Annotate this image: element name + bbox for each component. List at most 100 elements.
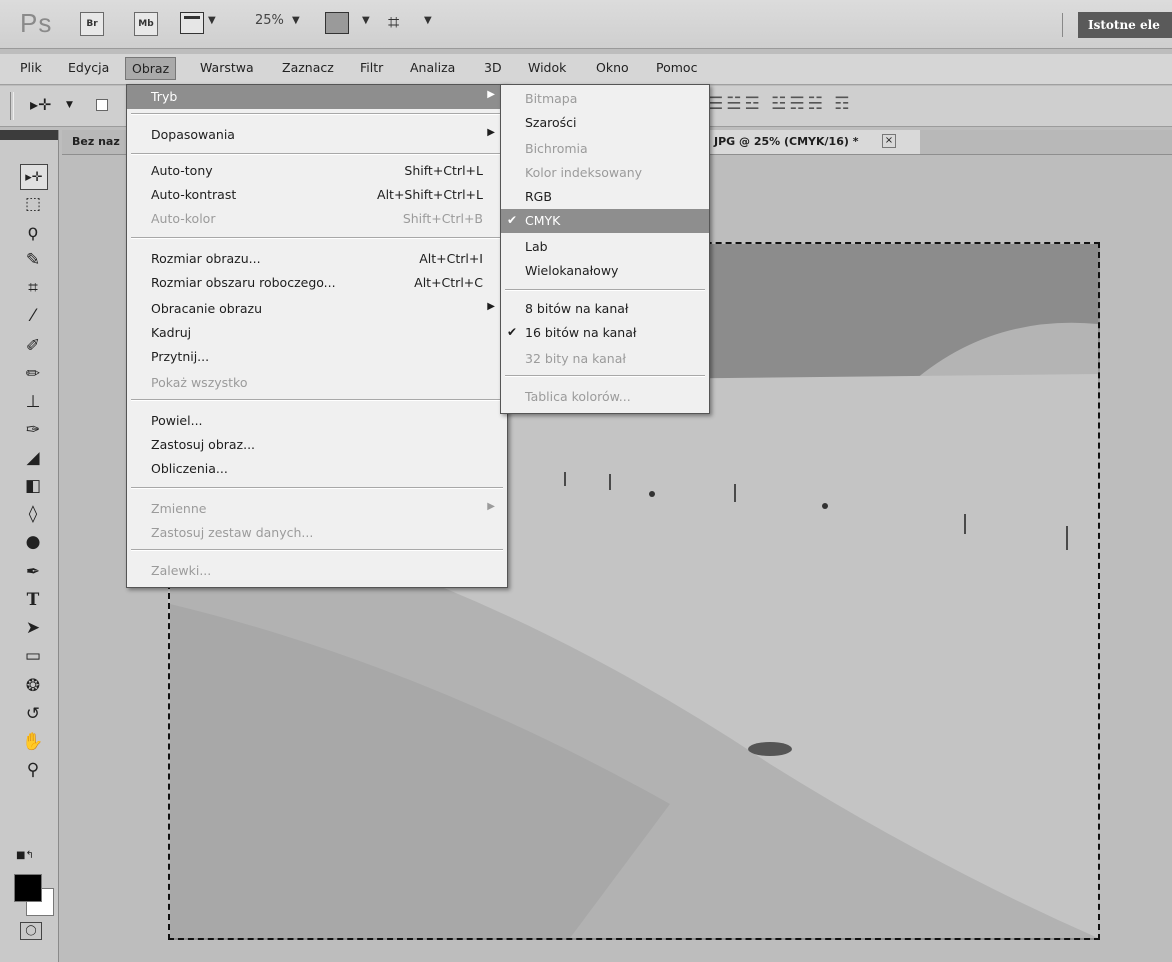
3d-orbit-tool-icon[interactable]: ↺ [20,702,46,726]
path-selection-tool-icon[interactable]: ➤ [20,616,46,640]
marquee-tool-icon[interactable]: ⬚ [20,192,46,216]
menu-file[interactable]: Plik [20,60,42,75]
chevron-down-icon[interactable]: ▼ [208,15,216,26]
mode-item-32bit: 32 bity na kanał [501,347,709,371]
menu-edit[interactable]: Edycja [68,60,109,75]
menu-item-canvas-size[interactable]: Rozmiar obszaru roboczego... Alt+Ctrl+C [127,271,507,295]
gradient-tool-icon[interactable]: ◧ [20,474,46,498]
menu-item-label: Auto-kontrast [151,187,237,202]
bridge-label: Br [86,19,98,29]
auto-select-checkbox[interactable] [96,99,108,111]
menu-item-adjustments[interactable]: Dopasowania ▶ [127,123,507,147]
mode-item-color-table: Tablica kolorów... [501,385,709,409]
quick-selection-tool-icon[interactable]: ✎ [20,248,46,272]
menu-item-apply-data-set: Zastosuj zestaw danych... [127,521,507,545]
submenu-arrow-icon: ▶ [487,301,495,312]
type-tool-icon[interactable]: T [20,588,46,612]
mode-item-8bit[interactable]: 8 bitów na kanał [501,297,709,321]
menu-item-label: Obliczenia... [151,461,228,476]
lasso-tool-icon[interactable]: ϙ [20,220,46,244]
rectangle-tool-icon[interactable]: ▭ [20,644,46,668]
eyedropper-tool-icon[interactable]: ⁄ [20,304,46,328]
menu-filter[interactable]: Filtr [360,60,383,75]
menu-image[interactable]: Obraz [125,57,177,80]
menu-item-variables: Zmienne ▶ [127,497,507,521]
menu-separator [131,399,503,401]
menu-item-label: Rozmiar obrazu... [151,251,261,266]
chevron-down-icon[interactable]: ▼ [424,15,432,26]
mode-item-cmyk[interactable]: ✔ CMYK [501,209,709,233]
mode-item-indexed-color: Kolor indeksowany [501,161,709,185]
menu-item-mode[interactable]: Tryb ▶ [127,85,507,109]
menu-item-trim[interactable]: Przytnij... [127,345,507,369]
menu-help[interactable]: Pomoc [656,60,697,75]
tools-panel-header[interactable] [0,130,58,140]
menu-select[interactable]: Zaznacz [282,60,334,75]
mode-item-rgb[interactable]: RGB [501,185,709,209]
menu-item-label: CMYK [525,213,561,228]
menu-3d[interactable]: 3D [484,60,502,75]
menu-item-calculations[interactable]: Obliczenia... [127,457,507,481]
menu-item-duplicate[interactable]: Powiel... [127,409,507,433]
brush-tool-icon[interactable]: ✏ [20,362,46,386]
foreground-color-swatch[interactable] [14,874,42,902]
screen-mode-icon[interactable] [180,12,204,34]
menu-layer[interactable]: Warstwa [200,60,254,75]
clone-stamp-tool-icon[interactable]: ⊥ [20,390,46,414]
arrange-documents-icon[interactable] [325,12,349,34]
menu-item-shortcut: Alt+Shift+Ctrl+L [377,187,483,202]
document-tab-active[interactable]: JPG @ 25% (CMYK/16) * × [710,130,920,154]
workspace-switcher[interactable]: Istotne ele [1078,12,1172,38]
mode-item-grayscale[interactable]: Szarości [501,111,709,135]
move-tool-icon[interactable]: ▸✛ [20,164,48,190]
dodge-tool-icon[interactable]: ● [20,530,46,554]
mode-item-multichannel[interactable]: Wielokanałowy [501,259,709,283]
chevron-down-icon[interactable]: ▼ [66,100,73,110]
menu-item-auto-tone[interactable]: Auto-tony Shift+Ctrl+L [127,159,507,183]
menu-item-label: Bitmapa [525,91,578,106]
menu-item-label: Tryb [151,89,178,104]
mini-bridge-label: Mb [138,19,154,29]
default-colors-icon[interactable]: ■↰ [16,850,34,861]
menu-window[interactable]: Okno [596,60,629,75]
mode-item-16bit[interactable]: ✔ 16 bitów na kanał [501,321,709,345]
document-tab-label: JPG @ 25% (CMYK/16) * [714,135,859,148]
pen-tool-icon[interactable]: ✒ [20,560,46,584]
chevron-down-icon[interactable]: ▼ [362,15,370,26]
mode-submenu: Bitmapa Szarości Bichromia Kolor indekso… [500,84,710,414]
image-menu: Tryb ▶ Dopasowania ▶ Auto-tony Shift+Ctrl+L… [126,84,508,588]
menu-separator [131,237,503,239]
menu-item-image-rotation[interactable]: Obracanie obrazu ▶ [127,297,507,321]
blur-tool-icon[interactable]: ◊ [20,502,46,526]
menu-item-image-size[interactable]: Rozmiar obrazu... Alt+Ctrl+I [127,247,507,271]
eraser-tool-icon[interactable]: ◢ [20,446,46,470]
healing-brush-tool-icon[interactable]: ✐ [20,334,46,358]
bridge-button[interactable]: Br [80,12,104,36]
history-brush-tool-icon[interactable]: ✑ [20,418,46,442]
menu-item-label: Bichromia [525,141,588,156]
document-tab-untitled[interactable]: Bez naz [72,135,120,148]
zoom-level[interactable]: 25% [255,13,284,28]
submenu-arrow-icon: ▶ [487,501,495,512]
checkmark-icon: ✔ [507,213,518,227]
menu-view[interactable]: Widok [528,60,566,75]
3d-rotate-tool-icon[interactable]: ❂ [20,674,46,698]
hand-tool-icon[interactable]: ✋ [20,730,46,754]
menu-item-crop[interactable]: Kadruj [127,321,507,345]
crop-tool-icon[interactable]: ⌗ [20,276,46,300]
quick-mask-icon[interactable]: ◯ [20,922,42,940]
move-tool-preset-icon[interactable]: ▸✛ [30,95,51,114]
menu-separator [505,289,705,291]
menu-analysis[interactable]: Analiza [410,60,455,75]
distribute-icons[interactable]: ☰☱☲ ☳☴☵ ☶ [708,94,853,114]
mini-bridge-button[interactable]: Mb [134,12,158,36]
menu-item-apply-image[interactable]: Zastosuj obraz... [127,433,507,457]
zoom-tool-icon[interactable]: ⚲ [20,758,46,782]
menu-item-auto-contrast[interactable]: Auto-kontrast Alt+Shift+Ctrl+L [127,183,507,207]
close-icon[interactable]: × [882,134,896,148]
mode-item-lab[interactable]: Lab [501,235,709,259]
grip-handle[interactable] [10,92,14,120]
checkmark-icon: ✔ [507,325,518,339]
screen-mode-frame-icon[interactable]: ⌗ [388,10,399,34]
chevron-down-icon[interactable]: ▼ [292,15,300,26]
